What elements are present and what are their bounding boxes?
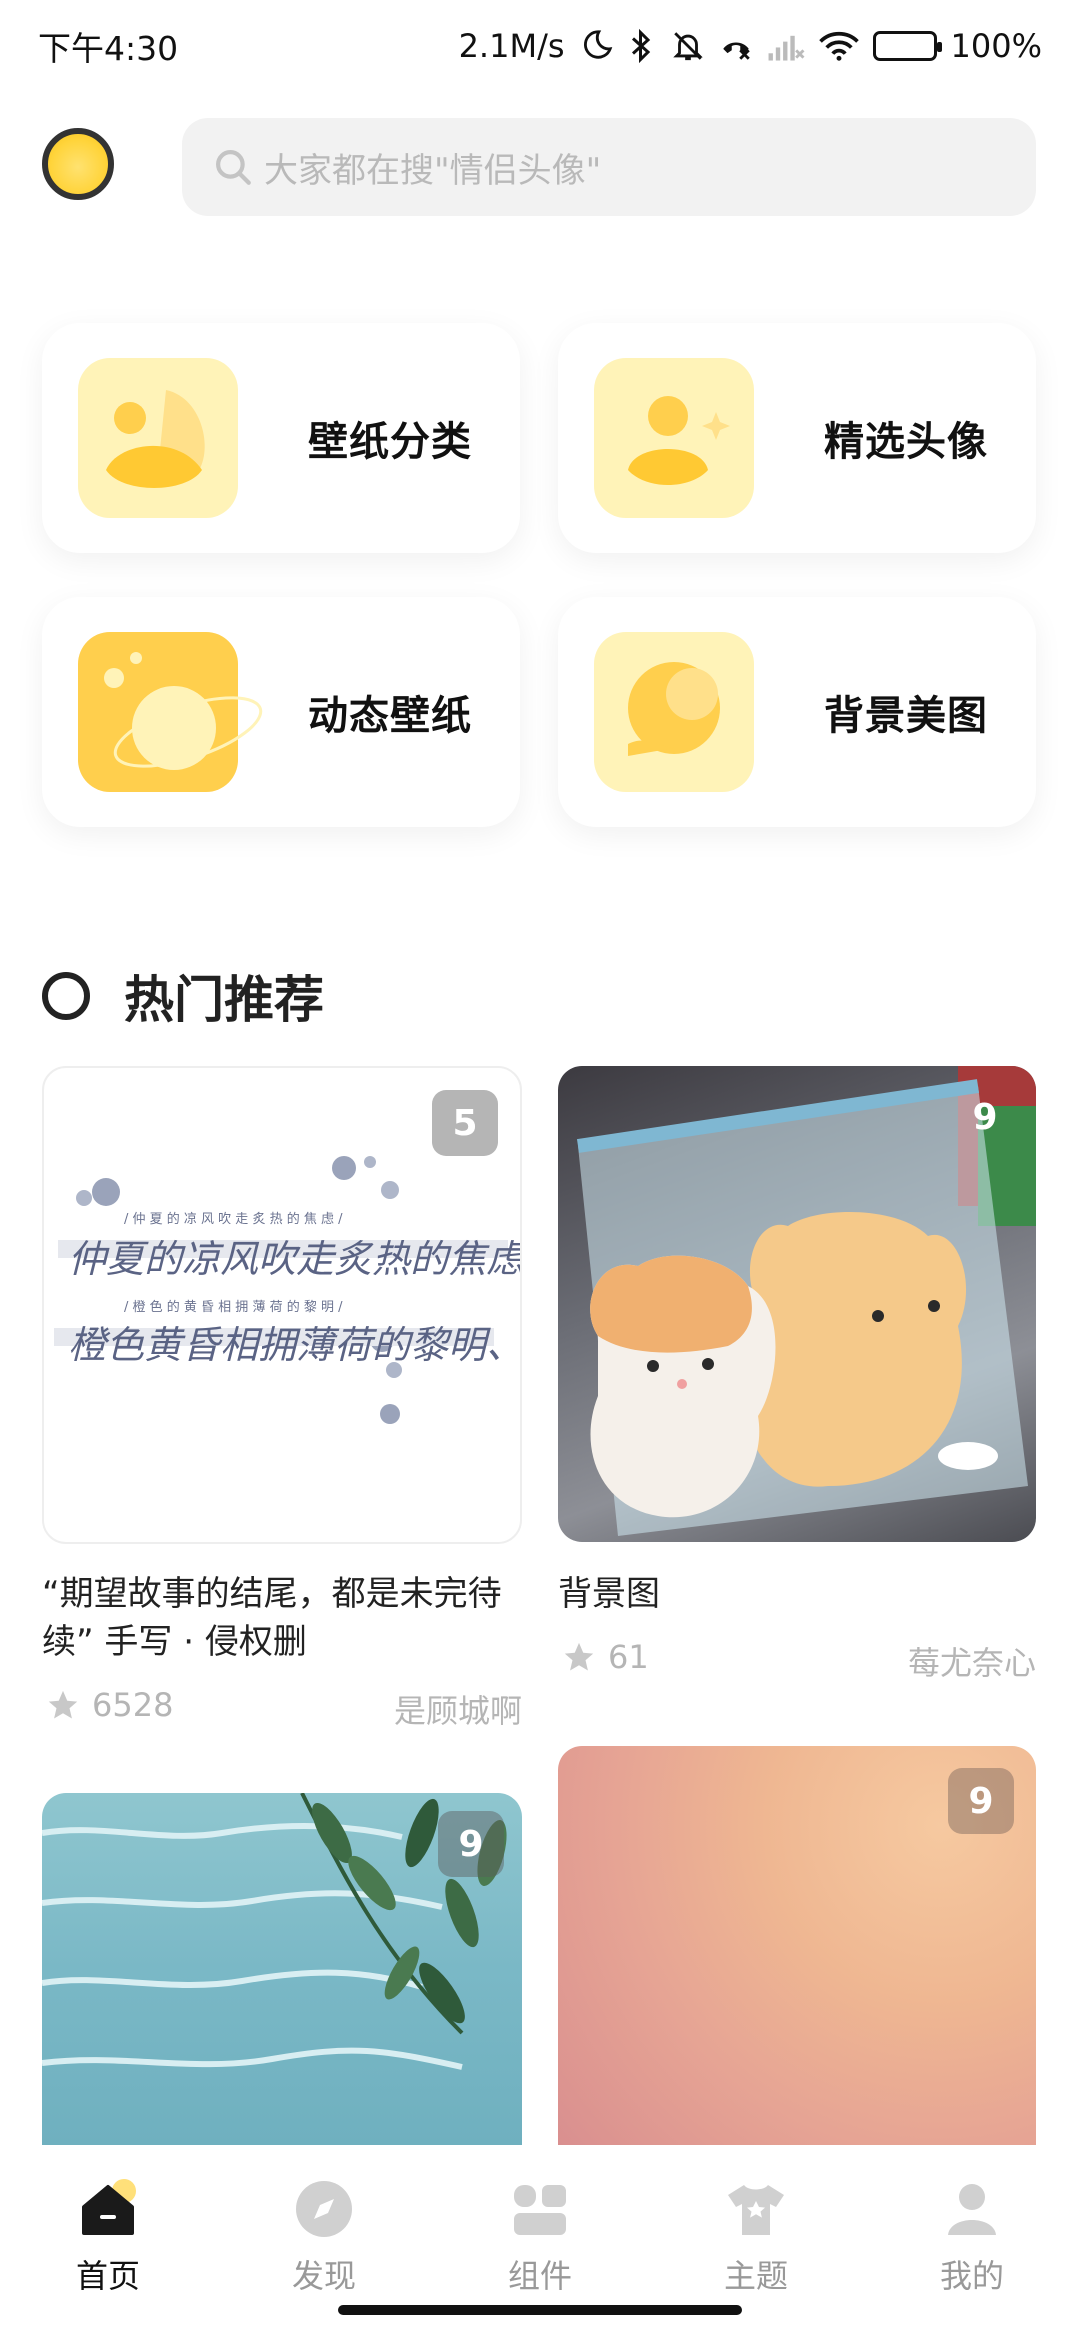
network-speed: 2.1M/s — [458, 27, 565, 65]
image-count-badge: 5 — [432, 1090, 498, 1156]
caption-line-1: 仲夏的凉风吹走炙热的焦虑、 — [68, 1237, 522, 1281]
feed-image-handwritten[interactable]: / 仲 夏 的 凉 风 吹 走 炙 热 的 焦 虑 / 仲夏的凉风吹走炙热的焦虑… — [42, 1066, 522, 1544]
nav-label: 首页 — [75, 2257, 140, 2295]
battery-percent: 100% — [950, 27, 1042, 65]
status-time: 下午4:30 — [38, 29, 179, 68]
like-count: 61 — [608, 1638, 649, 1676]
feed-author[interactable]: 莓尤奈心 — [800, 1638, 1036, 1684]
shirt-icon — [724, 2177, 788, 2241]
image-count-badge: 9 — [948, 1768, 1014, 1834]
caption-small-1: / 仲 夏 的 凉 风 吹 走 炙 热 的 焦 虑 / — [124, 1212, 343, 1227]
category-label: 壁纸分类 — [308, 419, 472, 465]
caption-line-2: 橙色黄昏相拥薄荷的黎明、 — [68, 1323, 522, 1367]
mute-bell-icon — [671, 28, 705, 64]
feed-image-water-leaves[interactable]: 9 — [42, 1793, 522, 2145]
feed-title[interactable]: 背景图 — [558, 1570, 1036, 1618]
user-avatar[interactable] — [42, 128, 114, 200]
like-count: 6528 — [92, 1686, 174, 1724]
nav-label: 我的 — [939, 2257, 1004, 2295]
nav-profile[interactable]: 我的 — [864, 2145, 1080, 2340]
avatar-icon — [594, 358, 754, 518]
wifi-icon — [818, 30, 859, 62]
discover-icon — [292, 2177, 356, 2241]
widget-icon — [508, 2177, 572, 2241]
image-count-badge: 9 — [972, 1096, 998, 1138]
home-icon — [76, 2177, 140, 2241]
category-label: 动态壁纸 — [308, 693, 472, 739]
category-avatar[interactable]: 精选头像 — [558, 323, 1036, 553]
bubble-icon — [594, 632, 754, 792]
image-icon — [78, 358, 238, 518]
category-live-wallpaper[interactable]: 动态壁纸 — [42, 597, 520, 827]
feed-likes[interactable]: 6528 — [46, 1686, 173, 1724]
star-icon — [564, 1642, 594, 1671]
search-icon — [216, 150, 251, 185]
image-count-badge: 9 — [438, 1811, 504, 1877]
feed-author[interactable]: 是顾城啊 — [300, 1686, 522, 1732]
bluetooth-icon — [627, 28, 657, 64]
feed-image-plush-cats[interactable]: 9 — [558, 1066, 1036, 1542]
feed-title[interactable]: “期望故事的结尾，都是未完待续” 手写 · 侵权删 — [42, 1570, 522, 1666]
category-label: 精选头像 — [824, 419, 988, 465]
planet-icon — [78, 632, 263, 792]
feed-image-watercolor[interactable]: 9 — [558, 1746, 1036, 2145]
status-bar: 下午4:30 2.1M/s 100% — [0, 0, 1080, 92]
caption-small-2: / 橙 色 的 黄 昏 相 拥 薄 荷 的 黎 明 / — [124, 1300, 343, 1315]
call-blocked-icon — [719, 29, 753, 63]
signal-icon — [767, 30, 805, 62]
user-icon — [940, 2177, 1004, 2241]
category-label: 背景美图 — [824, 693, 988, 739]
section-dot-icon — [42, 972, 98, 1026]
nav-home[interactable]: 首页 — [0, 2145, 216, 2340]
gesture-home-bar[interactable] — [338, 2305, 742, 2315]
search-bar[interactable]: 大家都在搜"情侣头像" — [182, 118, 1036, 216]
moon-icon — [579, 29, 613, 63]
section-title: 热门推荐 — [124, 971, 324, 1029]
feed-likes[interactable]: 61 — [562, 1638, 649, 1676]
battery-icon — [872, 31, 942, 61]
category-background[interactable]: 背景美图 — [558, 597, 1036, 827]
section-header: 热门推荐 — [42, 960, 324, 1032]
nav-label: 组件 — [507, 2257, 572, 2295]
status-icons: 2.1M/s 100% — [459, 27, 1042, 65]
search-placeholder[interactable]: 大家都在搜"情侣头像" — [264, 143, 601, 192]
nav-label: 发现 — [291, 2257, 356, 2295]
star-icon — [48, 1690, 78, 1719]
nav-label: 主题 — [723, 2257, 788, 2295]
category-wallpaper[interactable]: 壁纸分类 — [42, 323, 520, 553]
